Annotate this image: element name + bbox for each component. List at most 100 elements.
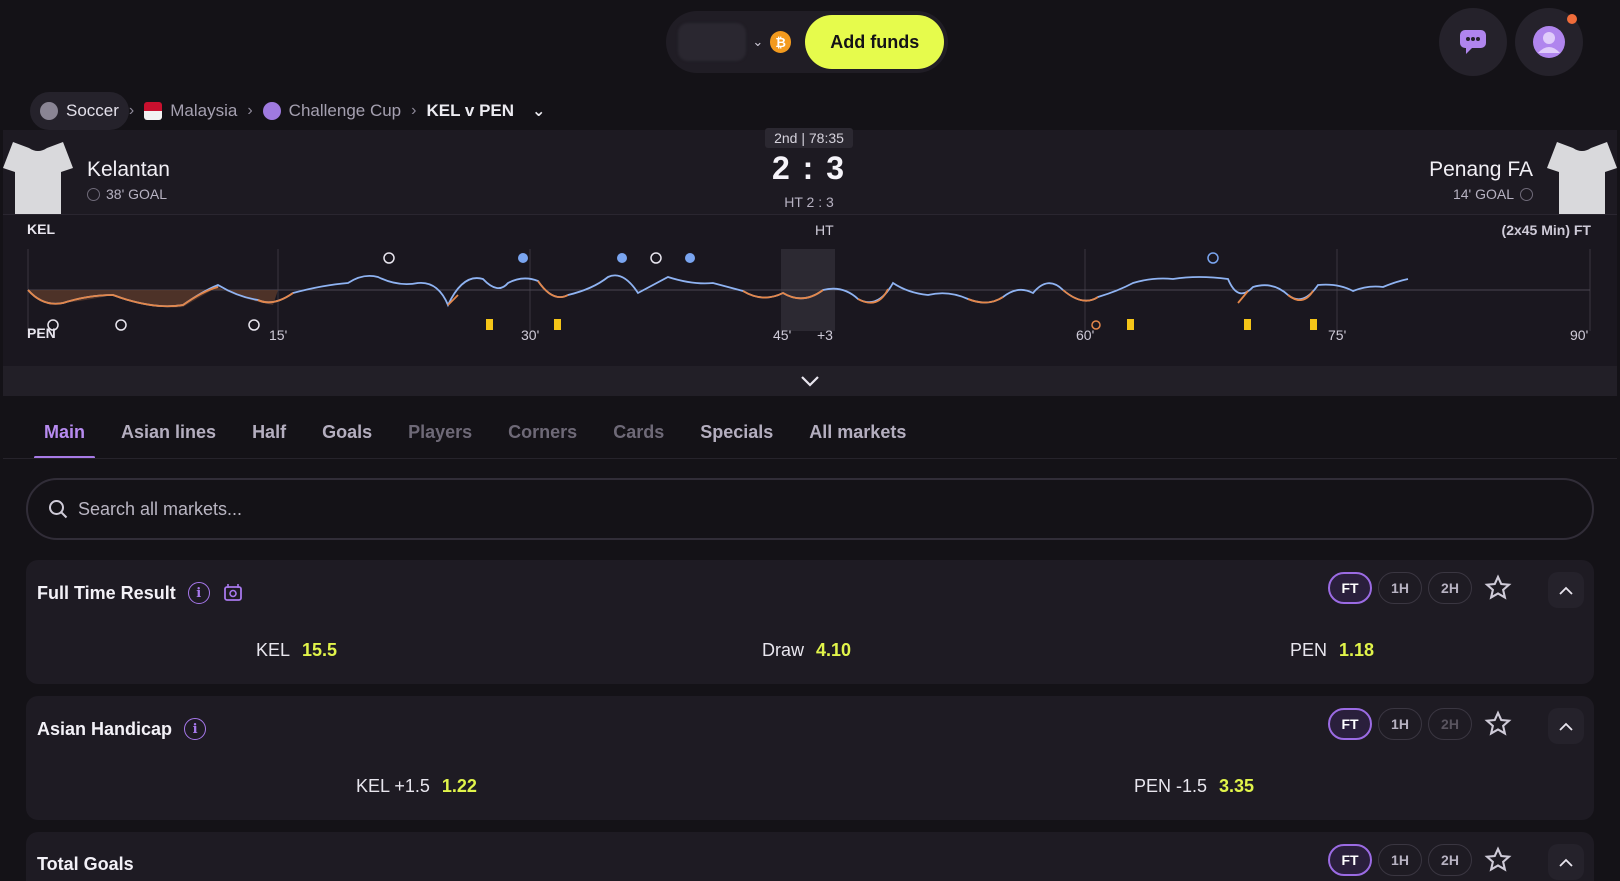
tick-label: +3 — [817, 327, 833, 343]
bitcoin-icon: ₿ — [769, 31, 792, 53]
period-1h-button[interactable]: 1H — [1378, 844, 1422, 876]
market-tabs: Main Asian lines Half Goals Players Corn… — [26, 410, 924, 459]
timeline-away-abbr: PEN — [27, 325, 56, 341]
home-last-goal: 38' GOAL — [87, 186, 167, 202]
away-goal-marker — [115, 319, 127, 331]
selection-label: KEL +1.5 — [356, 776, 430, 796]
tab-all-markets[interactable]: All markets — [791, 410, 924, 457]
competition-icon — [262, 102, 281, 120]
away-goal-note: 14' GOAL — [1452, 186, 1514, 202]
wallet-balance[interactable] — [678, 23, 747, 61]
momentum-chart — [27, 249, 1591, 331]
notification-dot — [1567, 14, 1577, 24]
chevron-up-icon — [1559, 858, 1573, 867]
period-selector: FT 1H 2H — [1328, 572, 1472, 604]
yellow-card-marker — [554, 319, 561, 330]
home-event-marker — [685, 253, 695, 263]
info-icon[interactable]: i — [187, 582, 210, 604]
chevron-down-icon[interactable] — [800, 375, 820, 387]
market-total-goals: Total Goals FT 1H 2H — [26, 832, 1594, 881]
match-timeline: KEL PEN HT (2x45 Min) FT 15' 30' 45' +3 … — [3, 214, 1617, 366]
away-team-name: Penang FA — [1429, 158, 1533, 181]
breadcrumb-soccer[interactable]: Soccer — [30, 92, 129, 130]
odds-price: 3.35 — [1219, 776, 1255, 796]
tab-goals[interactable]: Goals — [304, 410, 390, 457]
breadcrumb-label: Soccer — [66, 101, 119, 120]
match-clock: 2nd | 78:35 — [765, 128, 853, 148]
timeline-ht-label: HT — [815, 222, 834, 238]
cashout-icon[interactable] — [222, 582, 244, 604]
period-2h-button[interactable]: 2H — [1428, 844, 1472, 876]
odds-button[interactable]: PEN 1.18 — [1290, 640, 1374, 661]
tab-players[interactable]: Players — [390, 410, 490, 457]
goal-icon — [87, 187, 100, 201]
collapse-button[interactable] — [1548, 844, 1584, 880]
period-ft-button[interactable]: FT — [1328, 844, 1372, 876]
tick-label: 60' — [1076, 327, 1095, 343]
malaysia-flag-icon — [144, 102, 163, 120]
soccer-ball-icon — [40, 102, 58, 120]
search-icon — [49, 500, 68, 519]
market-title-text: Total Goals — [37, 854, 134, 874]
breadcrumb-challenge-cup[interactable]: Challenge Cup — [253, 92, 411, 130]
wallet-widget[interactable]: ⌄ ₿ Add funds — [666, 11, 948, 73]
add-funds-button[interactable]: Add funds — [805, 15, 944, 69]
period-2h-button[interactable]: 2H — [1428, 708, 1472, 740]
period-selector: FT 1H 2H — [1328, 708, 1472, 740]
selection-label: Draw — [762, 640, 805, 660]
collapse-button[interactable] — [1548, 572, 1584, 608]
star-icon[interactable] — [1484, 710, 1512, 738]
info-icon[interactable]: i — [184, 718, 207, 740]
selection-label: KEL — [256, 640, 291, 660]
tab-half[interactable]: Half — [234, 410, 304, 457]
odds-price: 1.22 — [441, 776, 477, 796]
period-1h-button[interactable]: 1H — [1378, 572, 1422, 604]
odds-price: 4.10 — [816, 640, 852, 660]
breadcrumb: Soccer › Malaysia › Challenge Cup › KEL … — [30, 92, 555, 130]
timeline-toggle[interactable] — [3, 366, 1617, 396]
yellow-card-marker — [1127, 319, 1134, 330]
home-event-marker — [617, 253, 627, 263]
chat-button[interactable] — [1439, 8, 1507, 76]
star-icon[interactable] — [1484, 574, 1512, 602]
home-team-name: Kelantan — [87, 158, 170, 181]
market-title-text: Asian Handicap — [37, 718, 173, 739]
market-title-text: Full Time Result — [37, 582, 176, 603]
tab-corners[interactable]: Corners — [490, 410, 595, 457]
period-ft-button[interactable]: FT — [1328, 708, 1372, 740]
period-selector: FT 1H 2H — [1328, 844, 1472, 876]
goal-icon — [1520, 187, 1533, 201]
tick-label: 75' — [1328, 327, 1347, 343]
tab-specials[interactable]: Specials — [682, 410, 791, 457]
period-1h-button[interactable]: 1H — [1378, 708, 1422, 740]
user-icon — [1533, 26, 1565, 58]
period-2h-button[interactable]: 2H — [1428, 572, 1472, 604]
odds-button[interactable]: PEN -1.5 3.35 — [1134, 776, 1254, 797]
profile-button[interactable] — [1515, 8, 1583, 76]
odds-price: 1.18 — [1339, 640, 1375, 660]
chevron-down-icon[interactable]: ⌄ — [532, 101, 545, 121]
collapse-button[interactable] — [1548, 708, 1584, 744]
yellow-card-marker — [1244, 319, 1251, 330]
odds-button[interactable]: KEL +1.5 1.22 — [356, 776, 477, 797]
tick-label: 30' — [521, 327, 540, 343]
half-time-score: HT 2 : 3 — [784, 194, 834, 210]
tab-asian-lines[interactable]: Asian lines — [103, 410, 234, 457]
star-icon[interactable] — [1484, 846, 1512, 874]
market-asian-handicap: Asian Handicap i FT 1H 2H KEL +1.5 1.22 … — [26, 696, 1594, 820]
breadcrumb-match[interactable]: KEL v PEN ⌄ — [416, 92, 555, 130]
tab-main[interactable]: Main — [26, 410, 103, 459]
period-ft-button[interactable]: FT — [1328, 572, 1372, 604]
home-goal-marker — [650, 252, 662, 264]
home-goal-note: 38' GOAL — [106, 186, 168, 202]
odds-button[interactable]: Draw 4.10 — [762, 640, 851, 661]
away-last-goal: 14' GOAL — [1453, 186, 1533, 202]
search-input[interactable] — [78, 498, 978, 520]
breadcrumb-malaysia[interactable]: Malaysia — [134, 92, 247, 130]
tick-label: 45' — [773, 327, 792, 343]
odds-button[interactable]: KEL 15.5 — [256, 640, 337, 661]
breadcrumb-label: Malaysia — [170, 101, 238, 120]
tab-cards[interactable]: Cards — [595, 410, 682, 457]
chevron-down-icon[interactable]: ⌄ — [752, 34, 766, 50]
search-bar[interactable] — [26, 478, 1594, 540]
